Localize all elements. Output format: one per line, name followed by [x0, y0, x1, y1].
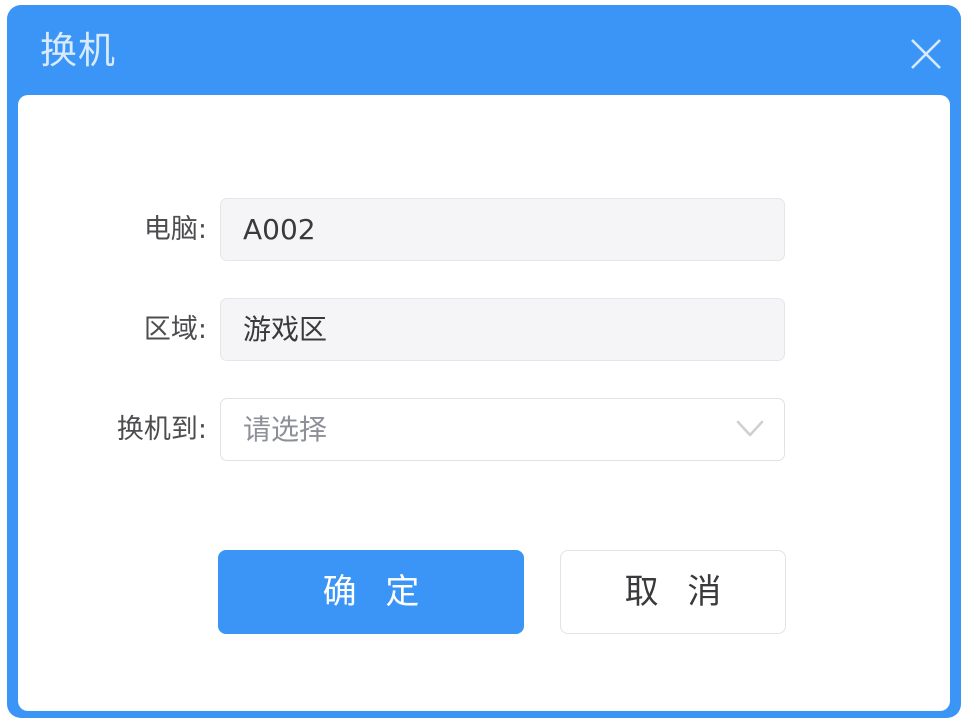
- dialog-title-bar: 换机: [7, 5, 961, 95]
- form-row-computer: 电脑: A002: [18, 198, 950, 261]
- transfer-to-select[interactable]: 请选择: [220, 398, 785, 461]
- confirm-button[interactable]: 确 定: [218, 550, 524, 634]
- cancel-button[interactable]: 取 消: [560, 550, 786, 634]
- dialog-footer: 确 定 取 消: [18, 550, 950, 634]
- chevron-down-icon: [736, 418, 764, 440]
- form-row-transfer-to: 换机到: 请选择: [18, 398, 950, 461]
- computer-value: A002: [243, 213, 316, 246]
- change-machine-dialog: 换机 电脑: A002 区域: 游戏区 换机到: 请选择 确 定 取 消: [7, 5, 961, 718]
- transfer-to-placeholder: 请选择: [243, 413, 328, 446]
- label-transfer-to: 换机到:: [116, 414, 207, 445]
- label-area: 区域:: [143, 314, 207, 345]
- area-input[interactable]: 游戏区: [220, 298, 785, 361]
- computer-input[interactable]: A002: [220, 198, 785, 261]
- dialog-body: 电脑: A002 区域: 游戏区 换机到: 请选择 确 定 取 消: [18, 95, 950, 711]
- label-computer: 电脑:: [143, 214, 207, 245]
- form-row-area: 区域: 游戏区: [18, 298, 950, 361]
- close-button[interactable]: [897, 27, 955, 83]
- dialog-title: 换机: [40, 29, 116, 72]
- area-value: 游戏区: [243, 313, 328, 346]
